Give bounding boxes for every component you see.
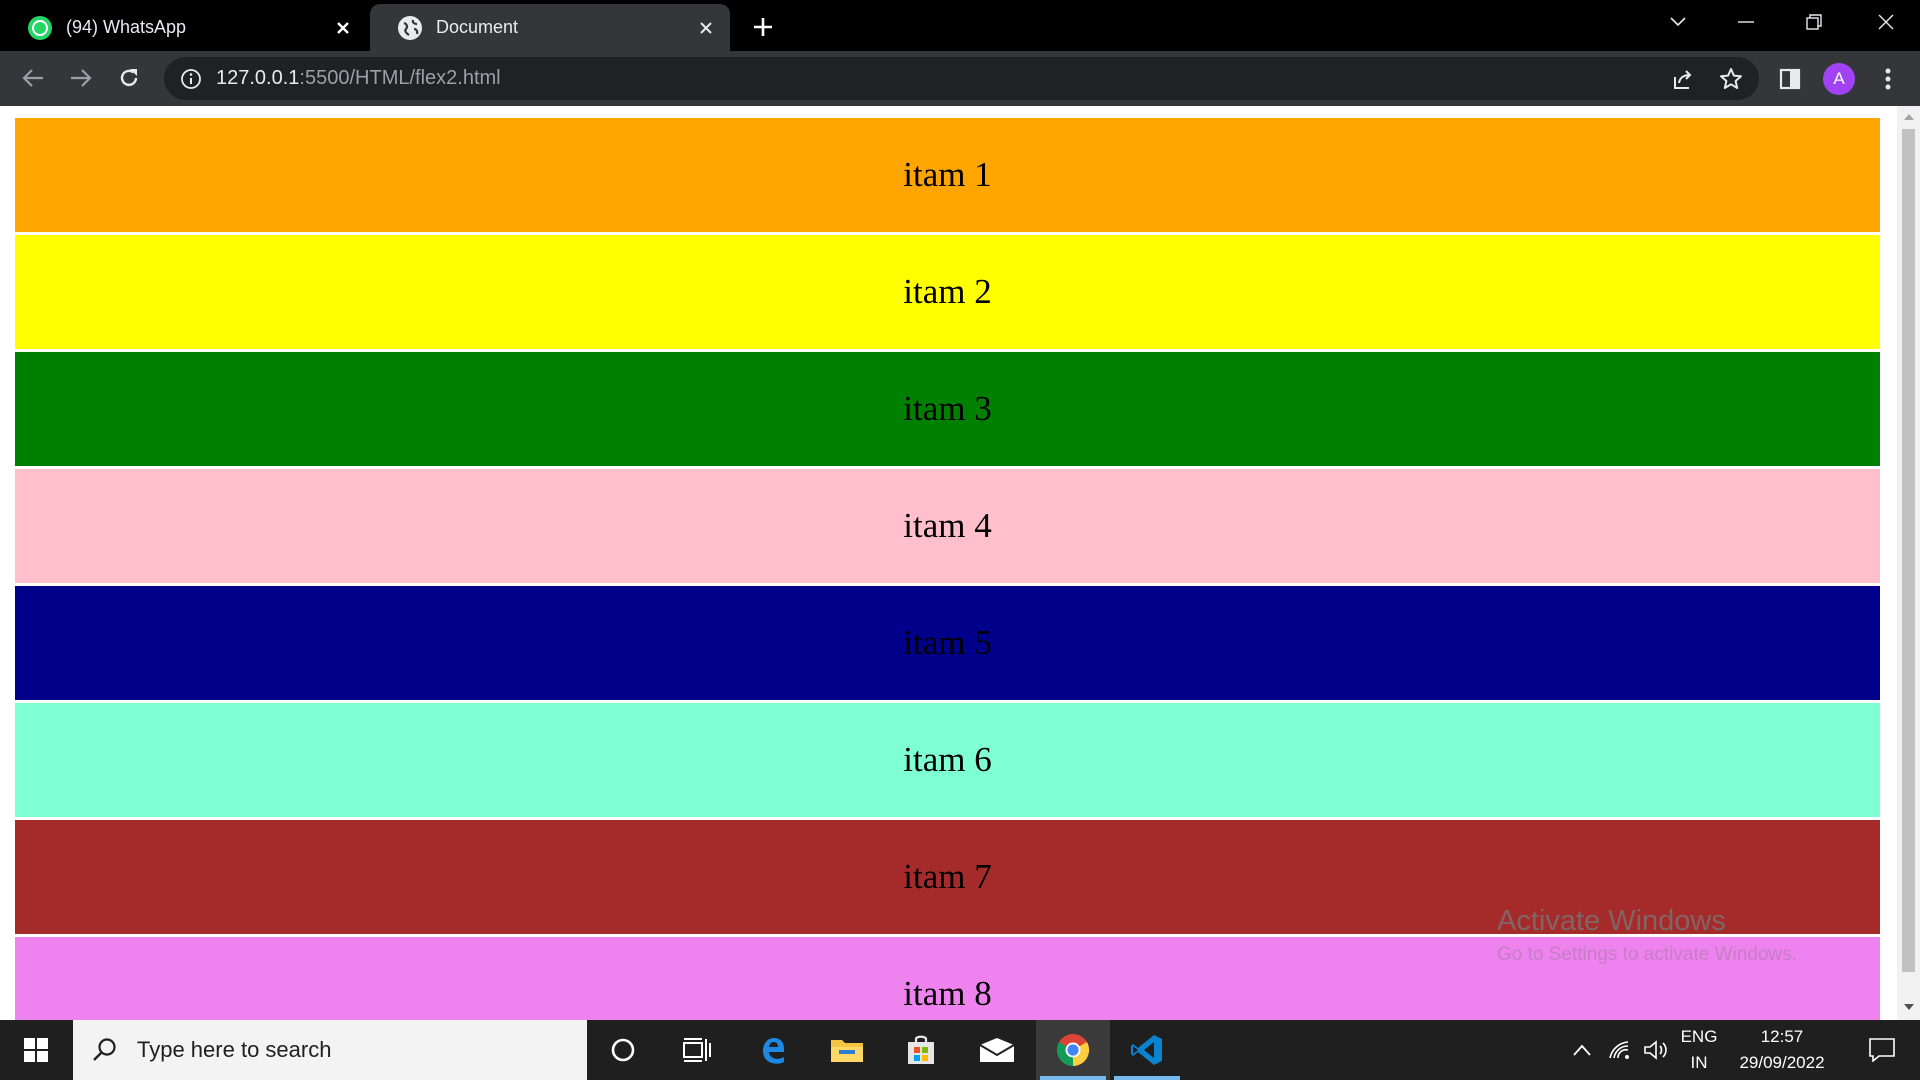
flex-item-5: itam 5 bbox=[15, 586, 1880, 700]
forward-button[interactable] bbox=[62, 59, 100, 97]
chevron-up-icon bbox=[1573, 1044, 1591, 1056]
tab-search-button[interactable] bbox=[1644, 0, 1712, 44]
tab-title: (94) WhatsApp bbox=[66, 17, 187, 37]
running-indicator bbox=[1114, 1076, 1180, 1080]
vscode-icon bbox=[1131, 1035, 1162, 1065]
taskbar-edge[interactable] bbox=[736, 1020, 810, 1080]
flex-container: itam 1 itam 2 itam 3 itam 4 itam 5 itam … bbox=[15, 118, 1880, 1020]
search-placeholder: Type here to search bbox=[137, 1037, 332, 1062]
reload-button[interactable] bbox=[110, 59, 148, 97]
wifi-icon bbox=[1609, 1041, 1629, 1059]
taskbar-chrome[interactable] bbox=[1036, 1020, 1110, 1080]
more-menu-icon[interactable] bbox=[1874, 65, 1902, 93]
language-code: ENG bbox=[1680, 1027, 1718, 1046]
speaker-icon bbox=[1644, 1040, 1667, 1060]
input-language-button[interactable]: ENG IN bbox=[1676, 1024, 1722, 1076]
taskbar-mail[interactable] bbox=[960, 1020, 1034, 1080]
close-tab-icon[interactable] bbox=[327, 12, 359, 44]
task-view-icon bbox=[683, 1038, 711, 1062]
store-icon bbox=[908, 1035, 934, 1064]
chrome-icon bbox=[1056, 1034, 1090, 1066]
restore-button[interactable] bbox=[1780, 0, 1848, 44]
flex-item-1: itam 1 bbox=[15, 118, 1880, 232]
notification-icon bbox=[1869, 1038, 1895, 1062]
whatsapp-icon bbox=[28, 15, 52, 40]
volume-tray-button[interactable] bbox=[1640, 1020, 1672, 1080]
clock-time: 12:57 bbox=[1760, 1027, 1804, 1046]
tab-strip: (94) WhatsApp Document bbox=[0, 0, 1920, 51]
search-icon bbox=[93, 1038, 116, 1061]
cortana-icon bbox=[611, 1038, 635, 1062]
flex-item-7: itam 7 bbox=[15, 820, 1880, 934]
close-tab-icon[interactable] bbox=[690, 12, 722, 44]
tab-title: Document bbox=[436, 17, 519, 37]
edge-icon bbox=[763, 1038, 784, 1064]
notifications-button[interactable] bbox=[1852, 1020, 1912, 1080]
profile-avatar[interactable]: A bbox=[1823, 63, 1855, 95]
scroll-down-arrow-icon[interactable] bbox=[1902, 1000, 1915, 1014]
taskbar-store[interactable] bbox=[884, 1020, 958, 1080]
back-button[interactable] bbox=[14, 59, 52, 97]
star-icon[interactable] bbox=[1719, 67, 1743, 91]
flex-item-3: itam 3 bbox=[15, 352, 1880, 466]
globe-icon bbox=[398, 15, 422, 40]
minimize-button[interactable] bbox=[1712, 0, 1780, 44]
url-path: :5500/HTML/flex2.html bbox=[299, 67, 501, 89]
tab-document[interactable]: Document bbox=[370, 4, 730, 51]
flex-item-6: itam 6 bbox=[15, 703, 1880, 817]
address-bar[interactable]: 127.0.0.1:5500/HTML/flex2.html bbox=[164, 57, 1759, 100]
share-icon[interactable] bbox=[1671, 67, 1695, 91]
taskbar: Type here to search ENG IN 12:57 29/09/2 bbox=[0, 1020, 1920, 1080]
clock-button[interactable]: 12:57 29/09/2022 bbox=[1726, 1024, 1838, 1076]
new-tab-button[interactable] bbox=[746, 10, 780, 44]
page-viewport: itam 1 itam 2 itam 3 itam 4 itam 5 itam … bbox=[0, 106, 1897, 1020]
windows-logo-icon bbox=[24, 1038, 48, 1062]
info-icon[interactable] bbox=[180, 68, 202, 90]
task-view-button[interactable] bbox=[660, 1020, 734, 1080]
cortana-button[interactable] bbox=[586, 1020, 660, 1080]
page-scrollbar[interactable] bbox=[1897, 106, 1920, 1020]
folder-icon bbox=[831, 1040, 863, 1062]
show-hidden-icons-button[interactable] bbox=[1568, 1020, 1596, 1080]
taskbar-file-explorer[interactable] bbox=[810, 1020, 884, 1080]
scrollbar-thumb[interactable] bbox=[1902, 129, 1915, 972]
start-button[interactable] bbox=[0, 1020, 72, 1080]
flex-item-8: itam 8 bbox=[15, 937, 1880, 1020]
close-window-button[interactable] bbox=[1852, 0, 1920, 44]
side-panel-icon[interactable] bbox=[1776, 65, 1804, 93]
flex-item-2: itam 2 bbox=[15, 235, 1880, 349]
tab-whatsapp[interactable]: (94) WhatsApp bbox=[0, 4, 367, 51]
scroll-up-arrow-icon[interactable] bbox=[1902, 110, 1915, 124]
url-host: 127.0.0.1 bbox=[216, 67, 300, 89]
active-indicator bbox=[1040, 1076, 1106, 1080]
taskbar-search[interactable]: Type here to search bbox=[73, 1020, 587, 1080]
flex-item-4: itam 4 bbox=[15, 469, 1880, 583]
url-text: 127.0.0.1:5500/HTML/flex2.html bbox=[216, 67, 501, 90]
mail-icon bbox=[979, 1038, 1015, 1062]
taskbar-vscode[interactable] bbox=[1110, 1020, 1184, 1080]
network-tray-button[interactable] bbox=[1604, 1020, 1636, 1080]
browser-toolbar: 127.0.0.1:5500/HTML/flex2.html A bbox=[0, 51, 1920, 106]
region-code: IN bbox=[1690, 1053, 1708, 1072]
clock-date: 29/09/2022 bbox=[1739, 1053, 1825, 1072]
